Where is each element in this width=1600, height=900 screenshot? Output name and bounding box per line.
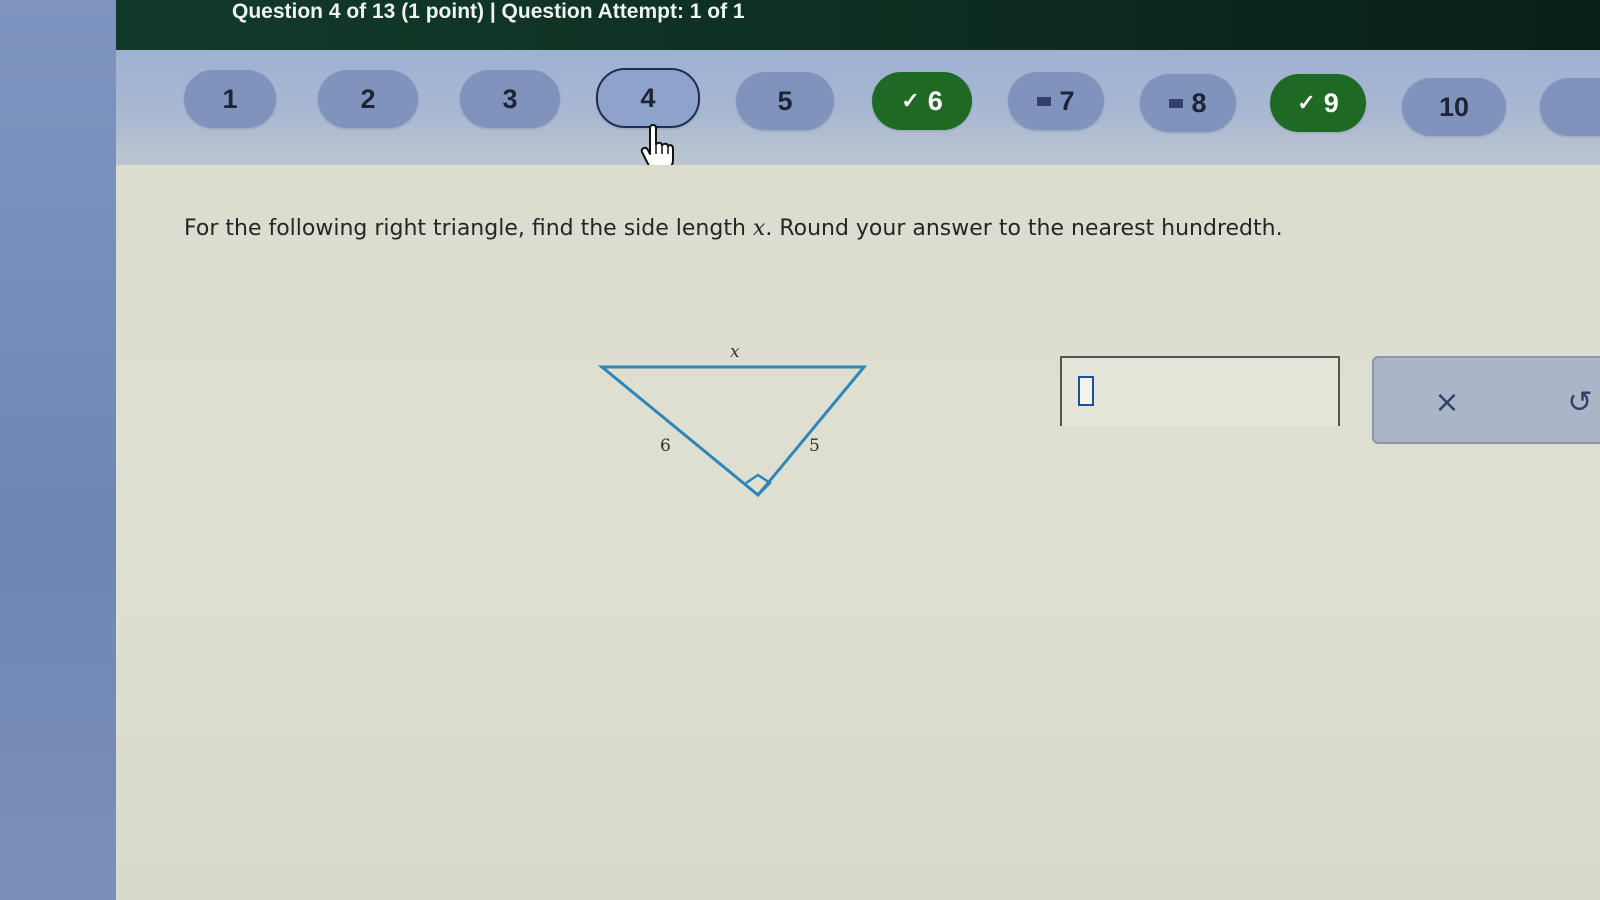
question-prompt: For the following right triangle, find t… xyxy=(184,216,1283,241)
side-label-5: 5 xyxy=(809,436,820,456)
question-pill-6-correct[interactable]: ✓ 6 xyxy=(872,72,972,130)
question-variable: x xyxy=(752,216,766,241)
right-angle-marker xyxy=(745,473,772,496)
flag-icon xyxy=(1169,98,1184,108)
question-pill-label: 10 xyxy=(1438,91,1470,122)
question-pill-4-current[interactable]: 4 xyxy=(596,68,700,128)
page-title: Question 4 of 13 (1 point) | Question At… xyxy=(232,0,745,23)
question-pill-label: 9 xyxy=(1323,87,1339,118)
undo-button[interactable]: ↺ xyxy=(1560,380,1600,424)
flag-icon xyxy=(1037,96,1052,106)
question-text-end: . Round your answer to the nearest hundr… xyxy=(765,216,1283,241)
close-icon: × xyxy=(1434,384,1460,420)
question-pill-2[interactable]: 2 xyxy=(318,70,418,128)
question-pill-5[interactable]: 5 xyxy=(736,72,834,130)
question-content-area xyxy=(116,165,1600,900)
clear-button[interactable]: × xyxy=(1425,380,1469,424)
question-pill-9-correct[interactable]: ✓ 9 xyxy=(1270,74,1366,132)
triangle-outline xyxy=(598,365,868,498)
undo-icon: ↺ xyxy=(1567,384,1593,420)
question-pill-10[interactable]: 10 xyxy=(1402,78,1506,136)
question-pill-next-partial[interactable] xyxy=(1540,78,1600,136)
question-pill-label: 5 xyxy=(777,85,793,116)
left-rail xyxy=(0,0,116,900)
question-pill-label: 8 xyxy=(1191,87,1207,118)
check-icon: ✓ xyxy=(1297,90,1316,115)
question-pill-label: 6 xyxy=(927,85,943,116)
question-pill-label: 2 xyxy=(360,83,376,114)
side-label-x: x xyxy=(730,342,740,362)
question-pill-7-flagged[interactable]: 7 xyxy=(1008,72,1104,130)
question-pill-label: 1 xyxy=(222,83,238,114)
right-triangle-figure: x 6 5 xyxy=(598,342,868,498)
question-pill-3[interactable]: 3 xyxy=(460,70,560,128)
question-pill-label: 3 xyxy=(502,83,518,114)
side-label-6: 6 xyxy=(660,436,671,456)
answer-cursor-box xyxy=(1078,376,1094,406)
question-pill-label: 7 xyxy=(1059,85,1075,116)
question-pill-label: 4 xyxy=(640,82,656,113)
check-icon: ✓ xyxy=(901,88,920,113)
question-pill-8-flagged[interactable]: 8 xyxy=(1140,74,1236,132)
answer-input[interactable] xyxy=(1060,356,1340,426)
question-text-start: For the following right triangle, find t… xyxy=(184,216,753,241)
question-pill-1[interactable]: 1 xyxy=(184,70,276,128)
